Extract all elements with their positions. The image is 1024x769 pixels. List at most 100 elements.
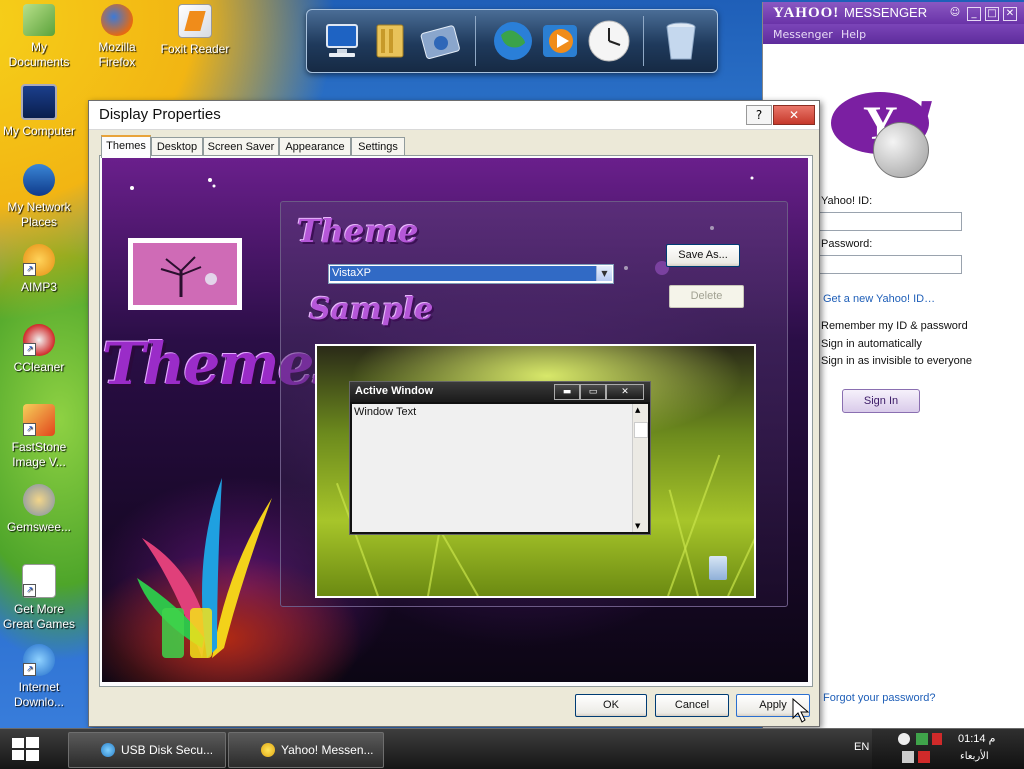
help-button[interactable]: ? (746, 105, 772, 125)
yahoo-title-bar[interactable]: YAHOO! MESSENGER ☺ _ □ ✕ (763, 2, 1024, 24)
tab-appearance[interactable]: Appearance (279, 137, 351, 156)
theme-photo-tree (128, 238, 242, 310)
ccleaner-icon: ↗ (23, 324, 55, 356)
tray-antivirus-icon[interactable] (932, 733, 942, 745)
chevron-down-icon[interactable]: ▼ (596, 266, 612, 281)
dialog-title-bar[interactable]: Display Properties ? ✕ (89, 101, 819, 130)
yahoo-smiley-icon (261, 743, 275, 757)
theme-sample-preview: Active Window ▬ ▭ ✕ Window Text ▲ ▼ (315, 344, 756, 598)
network-icon (23, 164, 55, 196)
tab-themes[interactable]: Themes (101, 135, 151, 158)
yahoo-logo: YAHOO! MESSENGER (773, 5, 928, 21)
desktop-icon-internet-download[interactable]: ↗ Internet Downlo... (0, 644, 80, 710)
taskbar-button-yahoo[interactable]: Yahoo! Messen... (228, 732, 384, 768)
get-new-id-link[interactable]: Get a new Yahoo! ID… (823, 293, 935, 305)
sample-active-window: Active Window ▬ ▭ ✕ Window Text ▲ ▼ (349, 381, 651, 535)
gemsweeper-icon (23, 484, 55, 516)
avatar (873, 122, 929, 178)
tray-network-icon[interactable] (916, 733, 928, 745)
menu-messenger[interactable]: Messenger (773, 28, 833, 41)
forgot-password-link[interactable]: Forgot your password? (823, 692, 936, 704)
desktop-icon-label: My Documents (8, 40, 70, 69)
password-label: Password: (821, 238, 873, 250)
desktop-icon-my-computer[interactable]: My Computer (0, 84, 80, 139)
menu-help[interactable]: Help (841, 28, 866, 41)
globe-icon[interactable] (491, 19, 535, 63)
sign-in-auto-checkbox[interactable]: Sign in automatically (821, 338, 922, 350)
delete-button[interactable]: Delete (669, 285, 744, 308)
dock-bar (306, 9, 718, 73)
desktop-icon-label: Mozilla Firefox (98, 40, 136, 69)
password-field[interactable] (818, 255, 962, 274)
folder-icon[interactable] (369, 19, 413, 63)
desktop-icon-label: Gemswee... (6, 520, 72, 534)
system-tray: 01:14 م الأربعاء (872, 729, 1024, 769)
remember-checkbox[interactable]: Remember my ID & password (821, 320, 968, 332)
sign-in-invisible-checkbox[interactable]: Sign in as invisible to everyone (821, 355, 972, 367)
theme-heading: Theme (297, 212, 419, 250)
taskbar-button-usb-disk[interactable]: USB Disk Secu... (68, 732, 226, 768)
desktop-icon-label: Get More Great Games (2, 602, 76, 631)
emoticon-icon[interactable]: ☺ (949, 7, 961, 19)
windows-logo-icon (12, 737, 39, 761)
clock-time[interactable]: 01:14 م (958, 732, 995, 745)
language-indicator[interactable]: EN (854, 741, 869, 753)
desktop-icon-my-documents[interactable]: My Documents (0, 4, 80, 70)
tab-desktop[interactable]: Desktop (151, 137, 203, 156)
shortcut-icon: ↗ (22, 564, 56, 598)
foxit-reader-icon (178, 4, 212, 38)
desktop-icon-ccleaner[interactable]: ↗ CCleaner (0, 324, 80, 375)
desktop-icon-firefox[interactable]: Mozilla Firefox (76, 4, 158, 70)
dialog-title: Display Properties (99, 106, 221, 123)
tray-volume-icon[interactable] (902, 751, 914, 763)
desktop-icon-label: Foxit Reader (160, 42, 230, 56)
desktop-icon-network-places[interactable]: My Network Places (0, 164, 80, 230)
computer-icon (21, 84, 57, 120)
minimize-icon: ▬ (554, 384, 580, 400)
recycle-bin-icon[interactable] (659, 19, 703, 63)
usb-disk-icon (101, 743, 115, 757)
yahoo-id-field[interactable] (818, 212, 962, 231)
maximize-button[interactable]: □ (985, 7, 999, 21)
sample-window-title: Active Window (355, 385, 434, 397)
desktop-icon-aimp3[interactable]: ↗ AIMP3 (0, 244, 80, 295)
ok-button[interactable]: OK (575, 694, 647, 717)
dock-separator (475, 16, 476, 66)
start-button[interactable] (8, 735, 42, 763)
control-panel-icon[interactable] (419, 19, 463, 63)
mouse-cursor-icon (792, 698, 810, 723)
minimize-button[interactable]: _ (967, 7, 981, 21)
tray-shield-icon[interactable] (918, 751, 930, 763)
internet-download-icon: ↗ (23, 644, 55, 676)
close-button[interactable]: ✕ (773, 105, 815, 125)
desktop-icon-gemsweeper[interactable]: Gemswee... (0, 484, 80, 535)
clock-icon[interactable] (587, 19, 631, 63)
taskbar: USB Disk Secu... Yahoo! Messen... EN 01:… (0, 728, 1024, 769)
desktop-icon-label: CCleaner (13, 360, 65, 374)
paint-splash-art (137, 478, 272, 658)
computer-icon[interactable] (321, 19, 365, 63)
folder-icon (23, 4, 55, 36)
theme-dropdown[interactable]: VistaXP ▼ (328, 264, 614, 284)
desktop-icon-get-more-games[interactable]: ↗ Get More Great Games (0, 564, 80, 632)
desktop-icon-faststone[interactable]: ↗ FastStone Image V... (0, 404, 80, 470)
tab-screen-saver[interactable]: Screen Saver (203, 137, 279, 156)
desktop-icon-foxit[interactable]: Foxit Reader (154, 4, 236, 57)
maximize-icon: ▭ (580, 384, 606, 400)
desktop-icon-label: FastStone Image V... (11, 440, 67, 469)
save-as-button[interactable]: Save As... (666, 244, 740, 267)
media-player-icon[interactable] (539, 19, 583, 63)
yahoo-menu-bar: Messenger Help (763, 24, 1024, 44)
display-properties-dialog: Display Properties ? ✕ Themes Desktop Sc… (88, 100, 820, 727)
desktop-icon-label: My Computer (2, 124, 76, 138)
yahoo-id-label: Yahoo! ID: (821, 195, 873, 207)
sample-window-body: Window Text ▲ ▼ (352, 404, 648, 532)
tab-settings[interactable]: Settings (351, 137, 405, 156)
close-icon: ✕ (606, 384, 644, 400)
tray-smiley-icon[interactable] (898, 733, 910, 745)
sign-in-button[interactable]: Sign In (842, 389, 920, 413)
close-button[interactable]: ✕ (1003, 7, 1017, 21)
cancel-button[interactable]: Cancel (655, 694, 729, 717)
desktop-icon-label: Internet Downlo... (13, 680, 65, 709)
sample-heading: Sample (309, 292, 434, 327)
